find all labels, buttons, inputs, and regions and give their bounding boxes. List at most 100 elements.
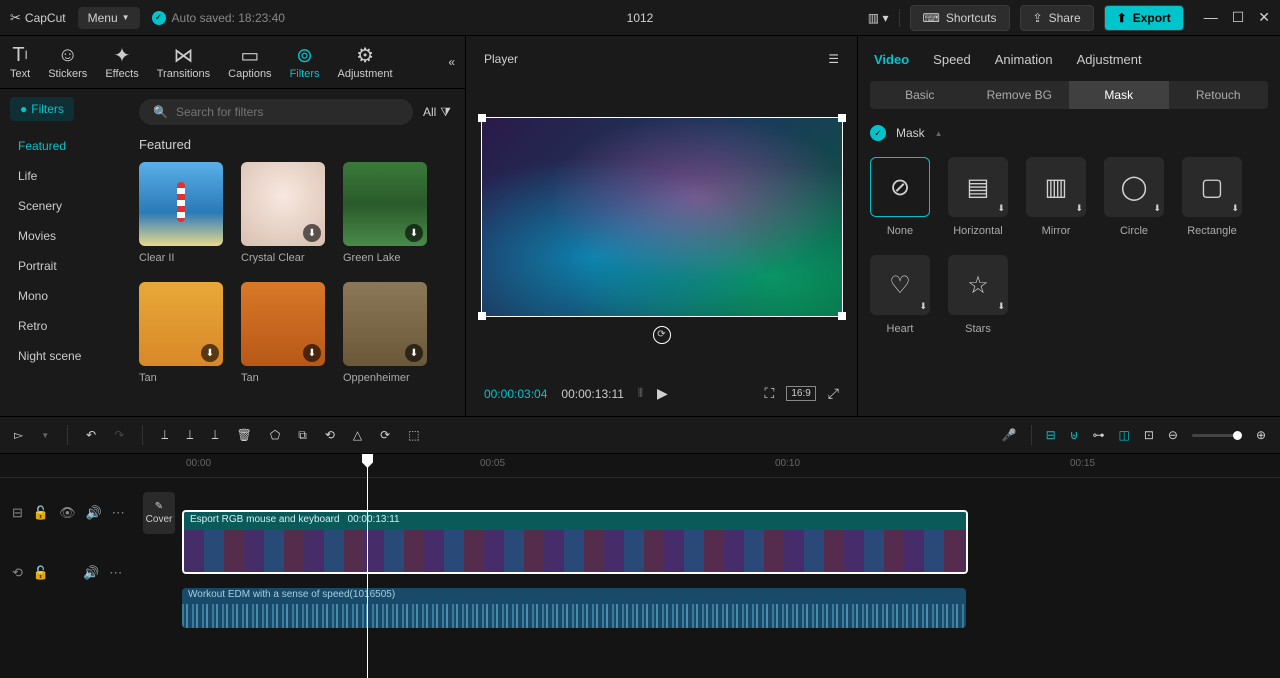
split-left-tool[interactable]: ⟘ [186,428,193,443]
timeline-ruler[interactable]: 00:00 00:05 00:10 00:15 [0,454,1280,478]
minimize-button[interactable]: — [1204,9,1218,26]
aspect-ratio[interactable]: 16:9 [786,386,815,401]
cat-retro[interactable]: Retro [0,311,125,341]
rotate-tool[interactable]: ⟲ [325,428,335,442]
export-button[interactable]: ⬆Export [1104,5,1184,31]
cat-mono[interactable]: Mono [0,281,125,311]
zoom-in-icon[interactable]: ⊕ [1256,428,1266,442]
cat-scenery[interactable]: Scenery [0,191,125,221]
tab-captions[interactable]: ▭Captions [228,44,271,80]
player-menu-icon[interactable]: ☰ [828,52,839,66]
sync-icon[interactable]: ⟳ [653,326,671,344]
frame-list-icon[interactable]: ⫴ [638,386,643,401]
maximize-button[interactable]: ☐ [1232,9,1245,26]
tab-transitions[interactable]: ⋈Transitions [157,44,210,80]
cat-portrait[interactable]: Portrait [0,251,125,281]
collapse-icon[interactable]: « [448,55,455,69]
cat-life[interactable]: Life [0,161,125,191]
close-button[interactable]: ✕ [1258,9,1270,26]
track-collapse-icon[interactable]: ⊟ [12,505,23,521]
filters-chip[interactable]: ● Filters [10,97,74,121]
flip-tool[interactable]: ⟳ [380,428,390,442]
filter-clear2[interactable]: Clear II [139,162,223,264]
subtab-basic[interactable]: Basic [870,81,970,109]
mark-tool[interactable]: ⬠ [270,428,280,442]
rtab-adjustment[interactable]: Adjustment [1077,52,1142,67]
filter-greenlake[interactable]: ⬇Green Lake [343,162,427,264]
subtab-mask[interactable]: Mask [1069,81,1169,109]
zoom-out-icon[interactable]: ⊖ [1168,428,1178,442]
layout-icon[interactable]: ▥ ▾ [868,11,889,25]
split-tool[interactable]: ⟘ [161,428,168,443]
ruler-mark: 00:15 [1070,458,1095,469]
mask-stars[interactable]: ☆⬇Stars [948,255,1008,335]
play-button[interactable]: ▶ [657,385,668,402]
chevron-up-icon[interactable]: ▲ [935,129,943,138]
ruler-mark: 00:05 [480,458,505,469]
copy-tool[interactable]: ⧉ [298,428,307,443]
tab-filters[interactable]: ⊚Filters [290,44,320,80]
preview-toggle[interactable]: ◫ [1118,428,1129,442]
undo-button[interactable]: ↶ [86,428,96,442]
cursor-tool[interactable]: ▻ [14,428,23,442]
rtab-video[interactable]: Video [874,52,909,67]
download-icon: ⬇ [303,344,321,362]
rtab-animation[interactable]: Animation [995,52,1053,67]
mask-horizontal[interactable]: ▤⬇Horizontal [948,157,1008,237]
video-preview[interactable]: ⟳ [481,117,843,317]
split-right-tool[interactable]: ⟘ [212,428,219,443]
mask-circle[interactable]: ◯⬇Circle [1104,157,1164,237]
redo-button[interactable]: ↷ [114,428,124,442]
filter-tan2[interactable]: ⬇Tan [241,282,325,384]
mask-checkbox[interactable]: ✓ [870,125,886,141]
tab-effects[interactable]: ✦Effects [105,44,138,80]
menu-button[interactable]: Menu▼ [78,7,140,29]
rectangle-icon: ▢ [1201,173,1224,202]
more-icon[interactable]: ⋯ [112,505,125,521]
tab-stickers[interactable]: ☺Stickers [48,44,87,80]
magnet-toggle[interactable]: ⊎ [1070,428,1079,442]
lock-icon[interactable]: 🔓 [33,505,49,521]
filter-crystal[interactable]: ⬇Crystal Clear [241,162,325,264]
search-input-wrap[interactable]: 🔍 [139,99,413,125]
tab-adjustment[interactable]: ⚙Adjustment [338,44,393,80]
delete-tool[interactable]: 🗑 [237,428,252,442]
mic-icon[interactable]: 🎤 [1002,428,1017,442]
cat-featured[interactable]: Featured [0,131,125,161]
shortcuts-button[interactable]: ⌨Shortcuts [910,5,1010,31]
record-toggle[interactable]: ⊡ [1144,428,1154,442]
mask-mirror[interactable]: ▥⬇Mirror [1026,157,1086,237]
mask-heart[interactable]: ♡⬇Heart [870,255,930,335]
subtab-removebg[interactable]: Remove BG [970,81,1070,109]
cat-movies[interactable]: Movies [0,221,125,251]
mask-none[interactable]: ⊘None [870,157,930,237]
cover-button[interactable]: ✎ Cover [143,492,175,534]
ruler-mark: 00:10 [775,458,800,469]
search-input[interactable] [176,105,399,119]
mute-icon[interactable]: 🔊 [86,505,102,521]
share-button[interactable]: ⇪Share [1020,5,1094,31]
audio-track-icon[interactable]: ⟲ [12,565,23,581]
zoom-slider[interactable] [1192,434,1242,437]
rtab-speed[interactable]: Speed [933,52,971,67]
more-icon[interactable]: ⋯ [109,565,122,581]
cat-night[interactable]: Night scene [0,341,125,371]
fullscreen-icon[interactable]: ⤢ [828,385,839,402]
subtab-retouch[interactable]: Retouch [1169,81,1269,109]
playhead[interactable] [367,454,368,678]
link-toggle[interactable]: ⊶ [1092,428,1104,442]
focus-icon[interactable]: ⛶ [765,385,775,402]
mute-icon[interactable]: 🔊 [83,565,99,581]
all-filter-button[interactable]: All⧩ [423,105,451,120]
video-clip[interactable]: Esport RGB mouse and keyboard00:00:13:11 [182,510,968,574]
filter-tan1[interactable]: ⬇Tan [139,282,223,384]
lock-icon[interactable]: 🔓 [33,565,49,581]
eye-icon[interactable]: 👁 [59,505,76,521]
tab-text[interactable]: TIText [10,44,30,80]
filter-oppenheimer[interactable]: ⬇Oppenheimer [343,282,427,384]
crop-tool[interactable]: ⬚ [408,428,419,442]
audio-clip[interactable]: Workout EDM with a sense of speed(101650… [182,588,966,628]
snap-toggle[interactable]: ⊟ [1046,428,1056,442]
mask-rectangle[interactable]: ▢⬇Rectangle [1182,157,1242,237]
mirror-tool[interactable]: △ [353,428,362,442]
